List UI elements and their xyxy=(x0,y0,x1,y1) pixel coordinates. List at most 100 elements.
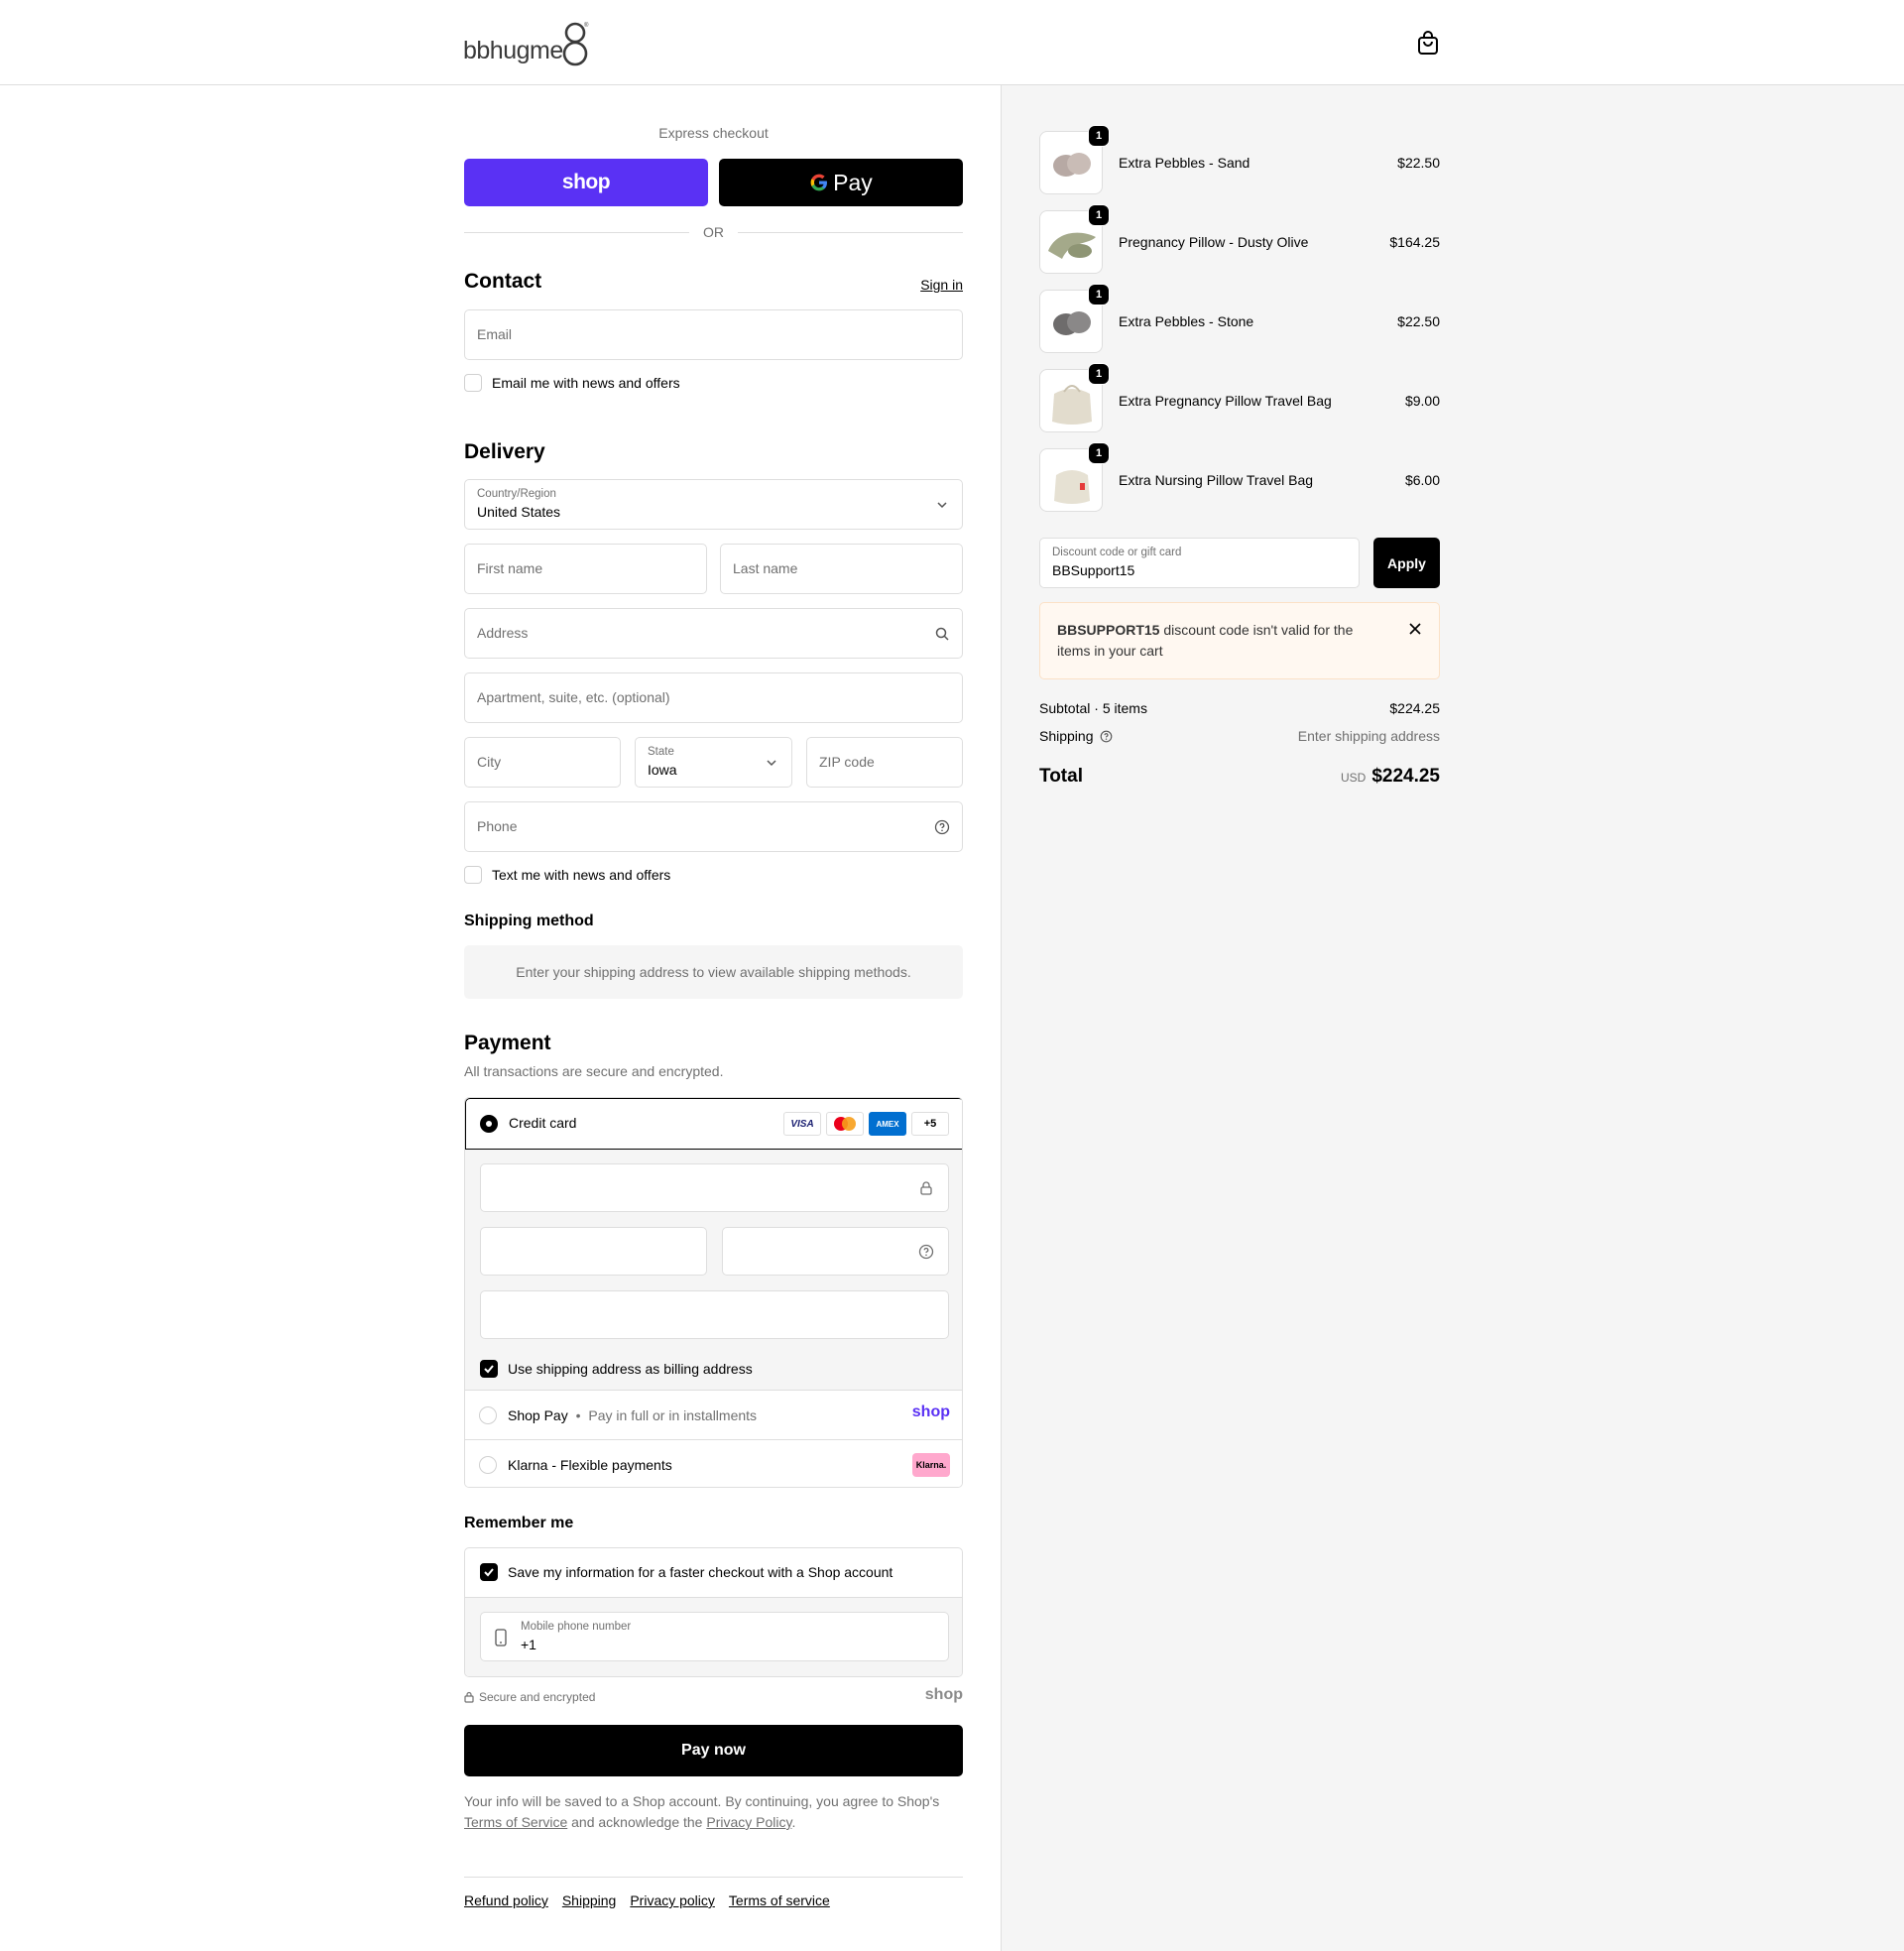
privacy-policy-footer-link[interactable]: Privacy policy xyxy=(630,1892,715,1908)
text-news-checkbox-row[interactable]: Text me with news and offers xyxy=(464,866,670,884)
terms-of-service-footer-link[interactable]: Terms of service xyxy=(729,1892,830,1908)
help-circle-icon[interactable] xyxy=(1100,730,1113,743)
quantity-badge: 1 xyxy=(1088,204,1110,226)
brand-logo[interactable]: bbhugme ® xyxy=(463,18,589,67)
shop-pay-option-sub: Pay in full or in installments xyxy=(588,1407,758,1423)
email-news-checkbox[interactable] xyxy=(464,374,482,392)
shop-pay-button[interactable]: shop xyxy=(464,159,708,206)
search-icon xyxy=(935,627,949,641)
apply-discount-button[interactable]: Apply xyxy=(1373,538,1440,588)
last-name-field[interactable]: Last name xyxy=(720,544,963,594)
subtotal-row: Subtotal · 5 items $224.25 xyxy=(1039,700,1440,716)
name-on-card-field[interactable] xyxy=(480,1290,949,1339)
mobile-phone-field[interactable]: Mobile phone number +1 xyxy=(480,1612,949,1661)
sign-in-link[interactable]: Sign in xyxy=(920,277,963,293)
cart-item: 1 Extra Pebbles - Stone $22.50 xyxy=(1039,284,1440,353)
footer-links: Refund policy Shipping Privacy policy Te… xyxy=(464,1892,830,1908)
discount-code-label: Discount code or gift card xyxy=(1052,547,1182,558)
item-price: $9.00 xyxy=(1404,393,1440,409)
discount-error-code: BBSUPPORT15 xyxy=(1057,622,1160,638)
phone-field[interactable]: Phone xyxy=(464,801,963,852)
apartment-field[interactable]: Apartment, suite, etc. (optional) xyxy=(464,672,963,723)
state-value: Iowa xyxy=(648,762,677,778)
lock-icon xyxy=(920,1181,932,1195)
city-placeholder: City xyxy=(477,754,502,770)
expiration-date-field[interactable] xyxy=(480,1227,707,1276)
contact-heading: Contact xyxy=(464,270,542,293)
apartment-placeholder: Apartment, suite, etc. (optional) xyxy=(477,689,670,705)
item-name: Extra Pebbles - Stone xyxy=(1119,313,1254,329)
security-code-field[interactable] xyxy=(722,1227,949,1276)
address-placeholder: Address xyxy=(477,625,529,641)
credit-card-option[interactable]: Credit card VISA AMEX +5 xyxy=(465,1098,962,1150)
phone-placeholder: Phone xyxy=(477,818,518,834)
email-news-checkbox-row[interactable]: Email me with news and offers xyxy=(464,374,680,392)
cart-item: 1 Extra Pregnancy Pillow Travel Bag $9.0… xyxy=(1039,363,1440,432)
discount-code-value: BBSupport15 xyxy=(1052,562,1135,578)
state-label: State xyxy=(648,746,674,758)
delivery-heading: Delivery xyxy=(464,440,545,463)
klarna-radio[interactable] xyxy=(479,1456,497,1474)
shipping-label: Shipping xyxy=(1039,728,1094,744)
chevron-down-icon xyxy=(937,502,947,509)
save-info-checkbox[interactable] xyxy=(480,1563,498,1581)
item-name: Extra Pebbles - Sand xyxy=(1119,155,1250,171)
shipping-link[interactable]: Shipping xyxy=(562,1892,617,1908)
text-news-checkbox[interactable] xyxy=(464,866,482,884)
klarna-option[interactable]: Klarna - Flexible payments Klarna. xyxy=(465,1439,962,1487)
privacy-policy-link[interactable]: Privacy Policy xyxy=(706,1814,791,1830)
mastercard-icon xyxy=(826,1112,864,1136)
city-field[interactable]: City xyxy=(464,737,621,788)
google-pay-button[interactable]: Pay xyxy=(719,159,963,206)
billing-same-row[interactable]: Use shipping address as billing address xyxy=(480,1360,753,1378)
shop-pay-logo: shop xyxy=(911,1403,950,1420)
chevron-down-icon xyxy=(767,760,776,767)
save-info-row[interactable]: Save my information for a faster checkou… xyxy=(480,1563,892,1581)
payment-methods: Credit card VISA AMEX +5 Use shipping ad… xyxy=(464,1097,963,1488)
close-icon[interactable] xyxy=(1407,621,1423,637)
discount-code-field[interactable]: Discount code or gift card BBSupport15 xyxy=(1039,538,1360,588)
mobile-phone-value: +1 xyxy=(521,1637,536,1652)
more-cards-badge: +5 xyxy=(911,1112,949,1136)
email-field[interactable]: Email xyxy=(464,309,963,360)
mobile-phone-label: Mobile phone number xyxy=(521,1621,632,1633)
item-price: $6.00 xyxy=(1404,472,1440,488)
or-divider: OR xyxy=(464,224,963,240)
legal-text: Your info will be saved to a Shop accoun… xyxy=(464,1793,940,1830)
shop-pay-radio[interactable] xyxy=(479,1406,497,1424)
address-field[interactable]: Address xyxy=(464,608,963,659)
first-name-placeholder: First name xyxy=(477,560,543,576)
card-number-field[interactable] xyxy=(480,1163,949,1212)
state-select[interactable]: State Iowa xyxy=(635,737,792,788)
header: bbhugme ® xyxy=(0,0,1904,85)
total-row: Total USD $224.25 xyxy=(1039,766,1440,788)
shopping-bag-icon[interactable] xyxy=(1417,30,1439,56)
refund-policy-link[interactable]: Refund policy xyxy=(464,1892,548,1908)
billing-same-checkbox[interactable] xyxy=(480,1360,498,1378)
first-name-field[interactable]: First name xyxy=(464,544,707,594)
country-value: United States xyxy=(477,504,561,520)
lock-icon xyxy=(464,1691,474,1703)
credit-card-label: Credit card xyxy=(509,1115,577,1131)
terms-of-service-link[interactable]: Terms of Service xyxy=(464,1814,567,1830)
billing-same-label: Use shipping address as billing address xyxy=(508,1361,753,1377)
country-select[interactable]: Country/Region United States xyxy=(464,479,963,530)
credit-card-radio[interactable] xyxy=(480,1115,498,1133)
secure-label: Secure and encrypted xyxy=(479,1690,596,1704)
shop-pay-option[interactable]: Shop Pay • Pay in full or in installment… xyxy=(465,1390,962,1439)
item-name: Extra Pregnancy Pillow Travel Bag xyxy=(1119,393,1332,409)
remember-me-box: Save my information for a faster checkou… xyxy=(464,1547,963,1677)
shop-pay-option-label: Shop Pay xyxy=(508,1407,568,1423)
order-summary-panel xyxy=(1001,85,1904,1951)
secure-row: Secure and encrypted shop xyxy=(464,1686,963,1706)
help-circle-icon[interactable] xyxy=(918,1244,934,1260)
last-name-placeholder: Last name xyxy=(733,560,798,576)
help-circle-icon[interactable] xyxy=(934,819,950,835)
zip-field[interactable]: ZIP code xyxy=(806,737,963,788)
shop-logo: shop xyxy=(924,1686,963,1703)
text-news-label: Text me with news and offers xyxy=(492,867,671,883)
pay-now-button[interactable]: Pay now xyxy=(464,1725,963,1776)
quantity-badge: 1 xyxy=(1088,442,1110,464)
quantity-badge: 1 xyxy=(1088,363,1110,385)
google-g-icon xyxy=(810,174,828,191)
